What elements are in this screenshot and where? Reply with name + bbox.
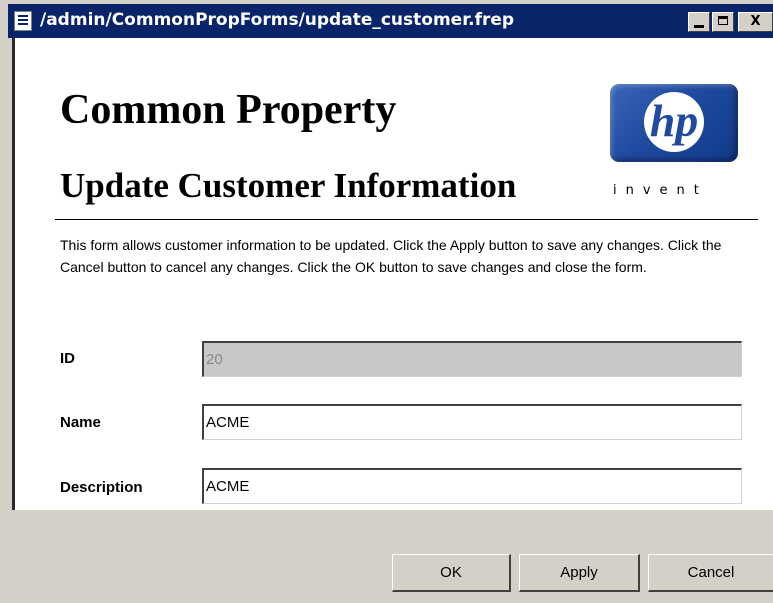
ok-button[interactable]: OK xyxy=(392,554,511,592)
description-label: Description xyxy=(60,479,143,496)
close-button[interactable]: X xyxy=(738,12,773,32)
name-field[interactable] xyxy=(202,404,742,440)
title-bar[interactable]: /admin/CommonPropForms/update_customer.f… xyxy=(8,4,773,38)
window-title: /admin/CommonPropForms/update_customer.f… xyxy=(40,10,515,30)
page-subtitle: Update Customer Information xyxy=(60,166,517,205)
document-icon xyxy=(14,11,32,31)
divider xyxy=(55,219,758,220)
id-label: ID xyxy=(60,350,75,367)
hp-logo: hp xyxy=(610,84,738,162)
button-bar: OK Apply Cancel xyxy=(0,510,773,603)
close-icon: X xyxy=(750,14,761,29)
logo-tagline: invent xyxy=(613,183,708,198)
form-description: This form allows customer information to… xyxy=(60,237,722,275)
id-field xyxy=(202,341,742,377)
description-field[interactable] xyxy=(202,468,742,504)
apply-button[interactable]: Apply xyxy=(519,554,640,592)
minimize-button[interactable] xyxy=(688,12,710,32)
form-content: Common Property hp Update Customer Infor… xyxy=(12,38,773,510)
minimize-icon xyxy=(694,25,704,28)
page-title: Common Property xyxy=(60,87,397,133)
maximize-icon xyxy=(718,16,728,25)
window: /admin/CommonPropForms/update_customer.f… xyxy=(0,0,773,603)
maximize-button[interactable] xyxy=(712,12,734,32)
cancel-button[interactable]: Cancel xyxy=(648,554,773,592)
name-label: Name xyxy=(60,414,101,431)
logo-text: hp xyxy=(649,95,699,146)
